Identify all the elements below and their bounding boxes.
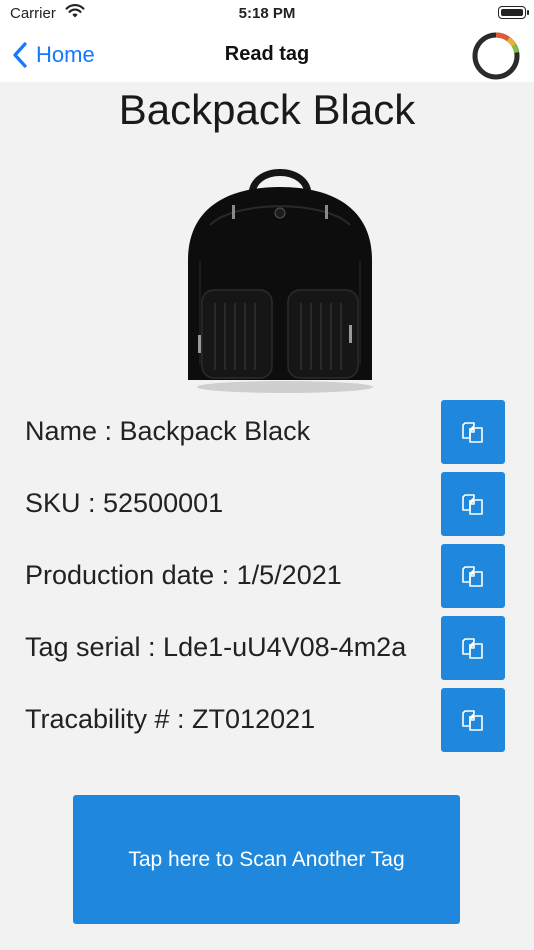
copy-tracability-button[interactable] [441,688,505,752]
copy-name-button[interactable] [441,400,505,464]
tracability-label: Tracability # : ZT012021 [25,704,316,734]
copy-tag-serial-button[interactable] [441,616,505,680]
navigation-bar: Home Read tag [0,28,534,82]
scan-button-label: Tap here to Scan Another Tag [128,847,405,871]
sku-label: SKU : 52500001 [25,488,224,518]
copy-production-date-button[interactable] [441,544,505,608]
info-row-tag-serial: Tag serial : Lde1-uU4V08-4m2a [25,616,505,680]
info-row-name: Name : Backpack Black [25,400,505,464]
status-bar: Carrier 5:18 PM [0,0,534,28]
progress-ring-icon [472,32,520,80]
copy-icon [462,710,483,731]
production-date-label: Production date : 1/5/2021 [25,560,342,590]
info-row-production-date: Production date : 1/5/2021 [25,544,505,608]
copy-icon [462,494,483,515]
battery-icon [498,6,529,19]
scan-another-tag-button[interactable]: Tap here to Scan Another Tag [73,795,460,924]
copy-icon [462,638,483,659]
info-row-sku: SKU : 52500001 [25,472,505,536]
clock-time: 5:18 PM [238,5,296,22]
product-title: Backpack Black [118,86,416,133]
info-row-tracability: Tracability # : ZT012021 [25,688,505,752]
backpack-image [188,169,373,393]
copy-icon [462,422,483,443]
copy-sku-button[interactable] [441,472,505,536]
name-label: Name : Backpack Black [25,416,311,446]
copy-icon [462,566,483,587]
tag-serial-label: Tag serial : Lde1-uU4V08-4m2a [25,632,407,662]
page-title: Read tag [224,43,310,65]
